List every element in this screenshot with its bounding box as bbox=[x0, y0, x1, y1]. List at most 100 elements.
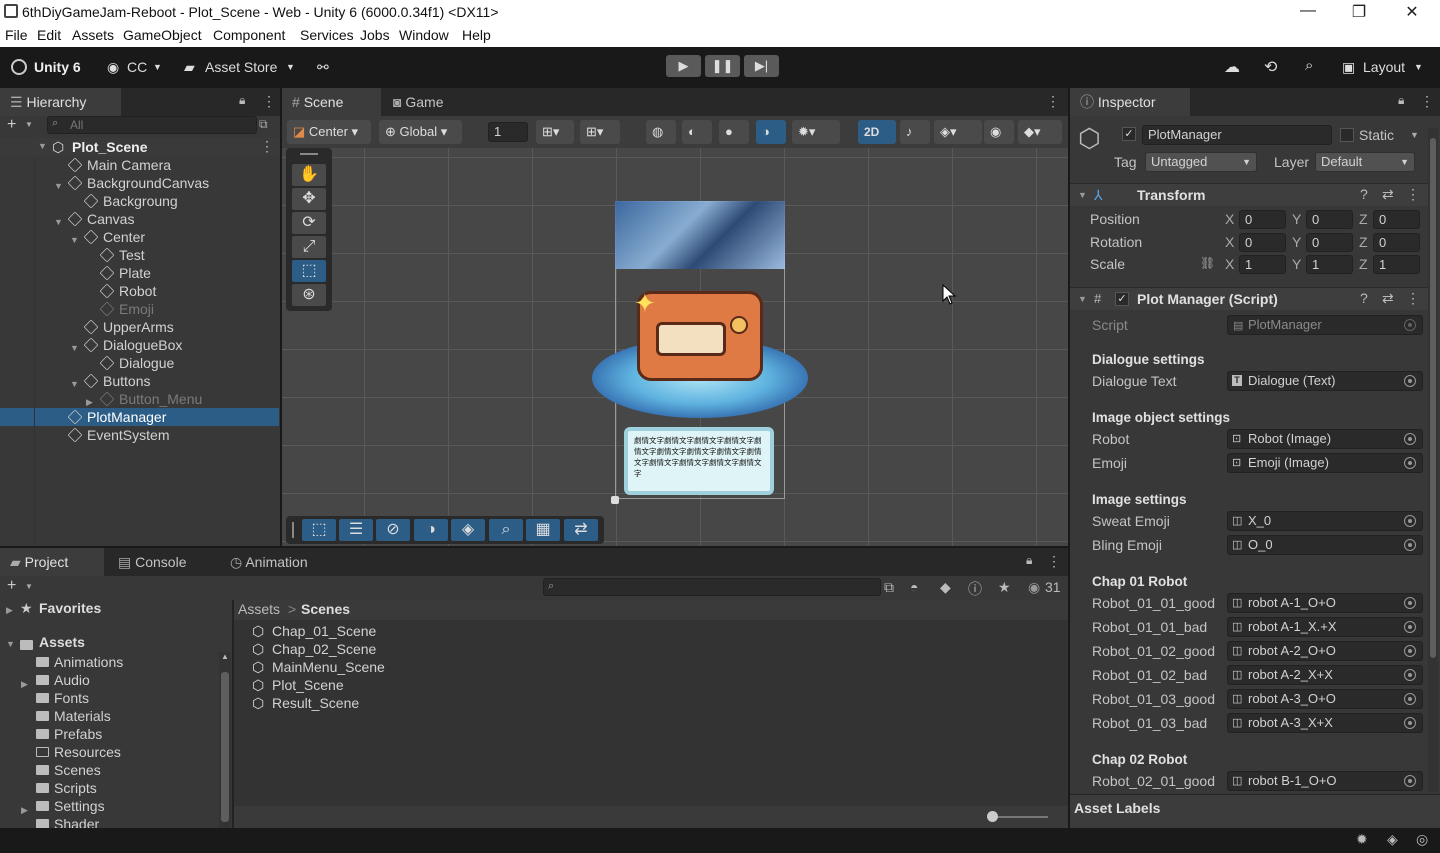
chevron-down-icon[interactable]: ▼ bbox=[1078, 294, 1087, 304]
more-icon[interactable]: ⋮ bbox=[1406, 290, 1420, 307]
tab-game[interactable]: ◙ Game bbox=[383, 88, 473, 116]
scroll-up-icon[interactable]: ▲ bbox=[221, 652, 229, 661]
object-picker-icon[interactable] bbox=[1404, 433, 1416, 445]
audio-toggle-button[interactable]: ♪ bbox=[900, 120, 930, 144]
object-name-input[interactable]: PlotManager bbox=[1142, 125, 1332, 145]
chevron-down-icon[interactable]: ▼ bbox=[25, 120, 33, 129]
hierarchy-item-dialogue[interactable]: Dialogue bbox=[0, 354, 279, 372]
search-scope-icon[interactable]: ⧉ bbox=[884, 579, 894, 596]
menu-jobs[interactable]: Jobs bbox=[360, 27, 390, 43]
tab-inspector[interactable]: ⓘ Inspector bbox=[1070, 88, 1190, 116]
help-icon[interactable]: ? bbox=[1360, 290, 1368, 306]
menu-gameobject[interactable]: GameObject bbox=[123, 27, 202, 43]
account-dropdown[interactable]: CC bbox=[127, 59, 147, 75]
account-icon[interactable]: ◉ bbox=[107, 59, 119, 76]
drag-handle[interactable] bbox=[292, 522, 294, 538]
transform-position-y-input[interactable]: 0 bbox=[1306, 210, 1353, 229]
constrain-proportions-icon[interactable]: ⛓ bbox=[1200, 256, 1215, 270]
align-button[interactable]: ☰ bbox=[339, 519, 373, 541]
scene-viewport[interactable]: ✦ 劇情文字劇情文字劇情文字劇情文字劇情文字劇情文字劇情文字劇情文字劇情文字劇情… bbox=[282, 148, 1068, 546]
chevron-down-icon[interactable]: ▼ bbox=[38, 141, 47, 151]
add-icon[interactable]: + bbox=[7, 116, 16, 134]
hierarchy-item-button-menu[interactable]: ▶ Button_Menu bbox=[0, 390, 279, 408]
hierarchy-item-emoji[interactable]: Emoji bbox=[0, 300, 279, 318]
hierarchy-item-buttons[interactable]: ▼ Buttons bbox=[0, 372, 279, 390]
unity-version-button[interactable]: Unity 6 bbox=[34, 59, 81, 75]
object-field-robot[interactable]: ⊡ Robot (Image) bbox=[1227, 429, 1423, 449]
hierarchy-item-plate[interactable]: Plate bbox=[0, 264, 279, 282]
chevron-right-icon[interactable]: ▶ bbox=[6, 605, 13, 616]
tag-dropdown[interactable]: Untagged ▼ bbox=[1145, 152, 1257, 172]
mode-2d-button[interactable]: 2D bbox=[858, 120, 896, 144]
object-field-sweat-emoji[interactable]: ◫ X_0 bbox=[1227, 511, 1423, 531]
object-field-dialogue-text[interactable]: T Dialogue (Text) bbox=[1227, 371, 1423, 391]
tab-animation[interactable]: ◷ Animation bbox=[220, 548, 330, 576]
more-icon[interactable]: ⋮ bbox=[1046, 93, 1060, 110]
pause-button[interactable]: ❚❚ bbox=[705, 55, 740, 77]
object-field-robot-01-03-good[interactable]: ◫ robot A-3_O+O bbox=[1227, 689, 1423, 709]
object-picker-icon[interactable] bbox=[1404, 539, 1416, 551]
inspector-scrollbar[interactable] bbox=[1428, 128, 1438, 792]
lighting-button[interactable]: ◑ bbox=[414, 519, 448, 541]
render-mode-wire-button[interactable]: ◍ bbox=[646, 120, 676, 144]
chevron-down-icon[interactable]: ▼ bbox=[1078, 190, 1087, 200]
menu-services[interactable]: Services bbox=[300, 27, 354, 43]
tab-console[interactable]: ▤ Console bbox=[108, 548, 218, 576]
menu-file[interactable]: File bbox=[5, 27, 28, 43]
transform-rotation-x-input[interactable]: 0 bbox=[1239, 232, 1286, 252]
visibility-button[interactable]: ◉ bbox=[984, 120, 1014, 144]
object-picker-icon[interactable] bbox=[1404, 669, 1416, 681]
hierarchy-item-upperarms[interactable]: UpperArms bbox=[0, 318, 279, 336]
render-mode-shaded-button[interactable]: ● bbox=[719, 120, 749, 144]
assets-root-label[interactable]: Assets bbox=[39, 634, 85, 650]
hierarchy-item-canvas[interactable]: ▼ Canvas bbox=[0, 210, 279, 228]
render-mode-shaded-wire-button[interactable]: ◐ bbox=[682, 120, 712, 144]
scene-root-row[interactable]: ▼ ⬡ Plot_Scene ⋮ bbox=[0, 138, 280, 156]
tab-hierarchy[interactable]: ☰ Hierarchy bbox=[0, 88, 121, 116]
step-button[interactable]: ▶| bbox=[744, 55, 779, 77]
layers-button[interactable]: ◈ bbox=[451, 519, 485, 541]
rect-tool-button[interactable]: ⬚ bbox=[292, 260, 326, 282]
breadcrumb-scenes[interactable]: Scenes bbox=[301, 601, 350, 617]
hierarchy-item-center[interactable]: ▼ Center bbox=[0, 228, 279, 246]
space-dropdown[interactable]: ⊕ Global ▾ bbox=[379, 120, 462, 144]
menu-window[interactable]: Window bbox=[399, 27, 449, 43]
debug-draw-button[interactable]: ✹▾ bbox=[792, 120, 840, 144]
menu-component[interactable]: Component bbox=[213, 27, 285, 43]
object-picker-icon[interactable] bbox=[1404, 457, 1416, 469]
debug-icon[interactable]: ✹ bbox=[1356, 831, 1368, 848]
restore-icon[interactable]: ❐ bbox=[1347, 2, 1371, 22]
object-field-robot-02-01-good[interactable]: ◫ robot B-1_O+O bbox=[1227, 771, 1423, 791]
more-icon[interactable]: ⋮ bbox=[1406, 186, 1420, 203]
favorite-star-icon[interactable]: ★ bbox=[998, 579, 1011, 596]
effects-button[interactable]: ◈▾ bbox=[934, 120, 982, 144]
more-icon[interactable]: ⋮ bbox=[262, 93, 276, 110]
hierarchy-item-plotmanager[interactable]: PlotManager bbox=[0, 408, 279, 426]
pivot-dropdown[interactable]: ◪ Center ▾ bbox=[287, 120, 371, 144]
warning-icon[interactable]: ⓘ bbox=[968, 579, 982, 599]
camera-button[interactable]: ▦ bbox=[526, 519, 560, 541]
transform-tool-button[interactable]: ⊛ bbox=[292, 284, 326, 306]
chevron-down-icon[interactable]: ▼ bbox=[1410, 130, 1419, 140]
chevron-right-icon[interactable]: ▶ bbox=[21, 675, 28, 693]
folder-scrollbar[interactable]: ▲ ▼ bbox=[219, 652, 231, 828]
hierarchy-item-main-camera[interactable]: Main Camera bbox=[0, 156, 279, 174]
object-field-bling-emoji[interactable]: ◫ O_0 bbox=[1227, 535, 1423, 555]
lock-icon[interactable]: 🔒︎ bbox=[239, 93, 245, 108]
active-checkbox[interactable]: ✓ bbox=[1122, 127, 1136, 141]
preset-icon[interactable]: ⇄ bbox=[1382, 290, 1394, 307]
more-icon[interactable]: ⋮ bbox=[1047, 553, 1061, 570]
move-tool-button[interactable]: ✥ bbox=[292, 188, 326, 210]
shuffle-button[interactable]: ⇄ bbox=[564, 519, 598, 541]
grid-snap-overlay-button[interactable]: ⊘ bbox=[376, 519, 410, 541]
transform-rotation-z-input[interactable]: 0 bbox=[1373, 232, 1420, 252]
filter-type-icon[interactable]: ◓ bbox=[910, 579, 918, 595]
gizmos-button[interactable]: ◆▾ bbox=[1018, 120, 1062, 144]
object-field-robot-01-03-bad[interactable]: ◫ robot A-3_X+X bbox=[1227, 713, 1423, 733]
hierarchy-item-backgroung[interactable]: Backgroung bbox=[0, 192, 279, 210]
menu-edit[interactable]: Edit bbox=[37, 27, 61, 43]
tab-project[interactable]: ▰ Project bbox=[0, 548, 104, 576]
layer-dropdown[interactable]: Default ▼ bbox=[1315, 152, 1415, 172]
add-icon[interactable]: + bbox=[7, 577, 16, 595]
filter-label-icon[interactable]: ◆ bbox=[940, 579, 951, 596]
